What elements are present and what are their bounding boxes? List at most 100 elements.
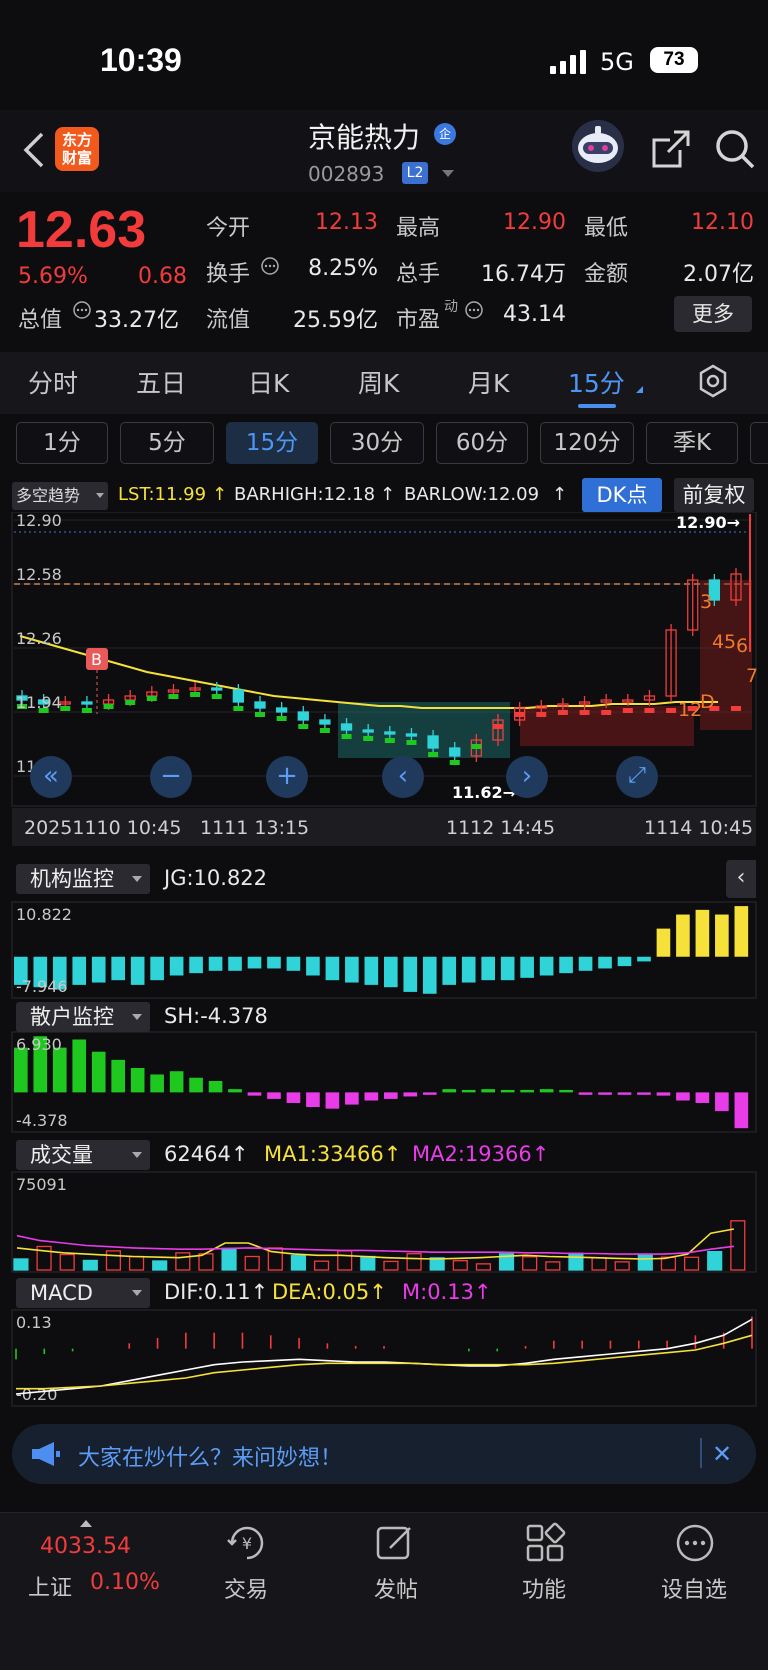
tab-intraday[interactable]: 分时 — [28, 364, 78, 400]
banner-text[interactable]: 大家在炒什么？来问妙想！ — [78, 1440, 342, 1472]
scroll-right-button[interactable]: › — [506, 756, 548, 798]
low-label: 最低 — [584, 216, 629, 241]
info-icon[interactable] — [72, 300, 92, 320]
index-name[interactable]: 上证 — [28, 1570, 72, 1602]
low-value: 12.10 — [691, 210, 754, 235]
robot-assistant-icon[interactable] — [570, 118, 626, 174]
share-icon[interactable] — [650, 128, 692, 170]
more-button[interactable]: 更多 — [674, 296, 752, 332]
indicator-bar — [442, 1089, 457, 1093]
info-icon[interactable] — [260, 256, 280, 276]
minute-btn-30[interactable]: 30分 — [330, 422, 424, 464]
total-mv-label: 总值 — [18, 308, 63, 333]
trend-indicator-select[interactable]: 多空趋势 — [12, 482, 108, 510]
zoom-out-button[interactable]: − — [150, 756, 192, 798]
indicator-bar — [422, 956, 437, 994]
tab-function[interactable]: 功能 — [494, 1572, 594, 1604]
close-icon[interactable]: ✕ — [712, 1440, 732, 1468]
volume-indicator-select[interactable]: 成交量 — [16, 1140, 150, 1170]
forward-adjust-button[interactable]: 前复权 — [674, 478, 754, 512]
post-icon[interactable] — [374, 1522, 416, 1564]
gear-icon[interactable] — [696, 364, 730, 398]
volume-ma2-text: MA2:19366 — [412, 1142, 532, 1166]
up-arrow-icon: ↑ — [212, 484, 228, 505]
trend-ribbon — [384, 738, 395, 743]
tab-monthly-k[interactable]: 月K — [468, 364, 509, 400]
charts-area[interactable]: 12.9012.5812.2611.9411.62B3456712D12.90→… — [0, 512, 768, 1410]
more-dots-icon[interactable] — [674, 1522, 716, 1564]
zoom-in-button[interactable]: + — [266, 756, 308, 798]
indicator-bar — [130, 1067, 145, 1093]
tab-weekly-k[interactable]: 周K — [358, 364, 399, 400]
tab-watchlist[interactable]: 设自选 — [644, 1572, 744, 1604]
stock-name: 京能热力 — [308, 121, 421, 154]
minute-btn-15[interactable]: 15分 — [226, 422, 318, 464]
indicator-bar — [325, 956, 340, 981]
scroll-left-fast-button[interactable]: « — [30, 756, 72, 798]
indicator-bar — [578, 1092, 593, 1095]
search-icon[interactable] — [714, 128, 756, 170]
minute-btn-5[interactable]: 5分 — [120, 422, 214, 464]
info-icon[interactable] — [464, 300, 484, 320]
level2-badge[interactable]: L2 — [402, 162, 428, 184]
minute-btn-120[interactable]: 120分 — [540, 422, 634, 464]
chevron-down-icon[interactable] — [442, 170, 454, 177]
indicator-bar — [286, 1092, 301, 1103]
indicator-bar — [695, 1092, 710, 1103]
trend-ribbon — [211, 694, 222, 699]
indicator-bar — [559, 1089, 573, 1093]
minute-btn-season[interactable]: 季K — [646, 422, 738, 464]
tab-15min[interactable]: 15分 — [568, 364, 625, 400]
fullscreen-icon[interactable]: ⤢ — [616, 756, 658, 798]
chevron-up-icon[interactable] — [80, 1520, 92, 1527]
trend-indicator-label: 多空趋势 — [16, 486, 81, 505]
tab-daily-k[interactable]: 日K — [248, 364, 289, 400]
index-change[interactable]: 0.10% — [90, 1570, 160, 1595]
tab-five-day[interactable]: 五日 — [136, 364, 186, 400]
function-grid-icon[interactable] — [524, 1522, 566, 1564]
candle-body — [427, 735, 439, 749]
indicator-bar — [676, 914, 690, 957]
indicator-bar — [637, 956, 651, 962]
macd-indicator-select[interactable]: MACD — [16, 1278, 150, 1308]
indicator-bar — [442, 956, 457, 985]
buy-signal: B — [91, 650, 102, 669]
minute-btn-1[interactable]: 1分 — [16, 422, 108, 464]
battery-icon: 73 — [650, 47, 698, 73]
tab-post[interactable]: 发帖 — [346, 1572, 446, 1604]
min-price-marker: 11.62→ — [452, 783, 516, 802]
indicator-bar — [539, 956, 554, 976]
open-label: 今开 — [206, 216, 251, 241]
stock-code[interactable]: 002893 — [308, 162, 384, 186]
trade-icon[interactable]: ¥ — [226, 1522, 268, 1564]
pe-superscript: 动 — [444, 299, 458, 315]
price-tick-label: 12.26 — [16, 629, 62, 648]
minute-btn-60[interactable]: 60分 — [436, 422, 528, 464]
amount-label: 金额 — [584, 262, 629, 287]
tab-trade[interactable]: 交易 — [196, 1572, 296, 1604]
candle-body — [254, 701, 266, 709]
sh-indicator-select[interactable]: 散户监控 — [16, 1002, 150, 1032]
indicator-bar — [715, 1092, 729, 1112]
volume-ma2: MA2:19366↑ — [412, 1142, 550, 1166]
indicator-bar — [520, 956, 534, 978]
volume-label: 总手 — [396, 262, 441, 287]
volume-ma1: MA1:33466↑ — [264, 1142, 402, 1166]
candle-body — [81, 701, 93, 705]
indicator-bar — [169, 1071, 184, 1093]
indicator-bar — [461, 1089, 476, 1093]
trend-ribbon — [298, 724, 309, 729]
back-icon[interactable] — [20, 128, 50, 172]
minute-btn-overflow[interactable] — [750, 422, 768, 464]
jg-indicator-select[interactable]: 机构监控 — [16, 864, 150, 894]
trend-ribbon — [233, 706, 244, 711]
dk-point-button[interactable]: DK点 — [582, 478, 662, 512]
candle-body — [405, 733, 418, 737]
scroll-left-button[interactable]: ‹ — [382, 756, 424, 798]
collapse-panel-icon[interactable]: ‹ — [726, 860, 756, 898]
sh-value: SH:-4.378 — [164, 1004, 268, 1028]
indicator-bar — [306, 956, 320, 976]
turnover-label: 换手 — [206, 262, 251, 287]
index-value[interactable]: 4033.54 — [40, 1534, 131, 1559]
indicator-bar — [150, 956, 164, 981]
